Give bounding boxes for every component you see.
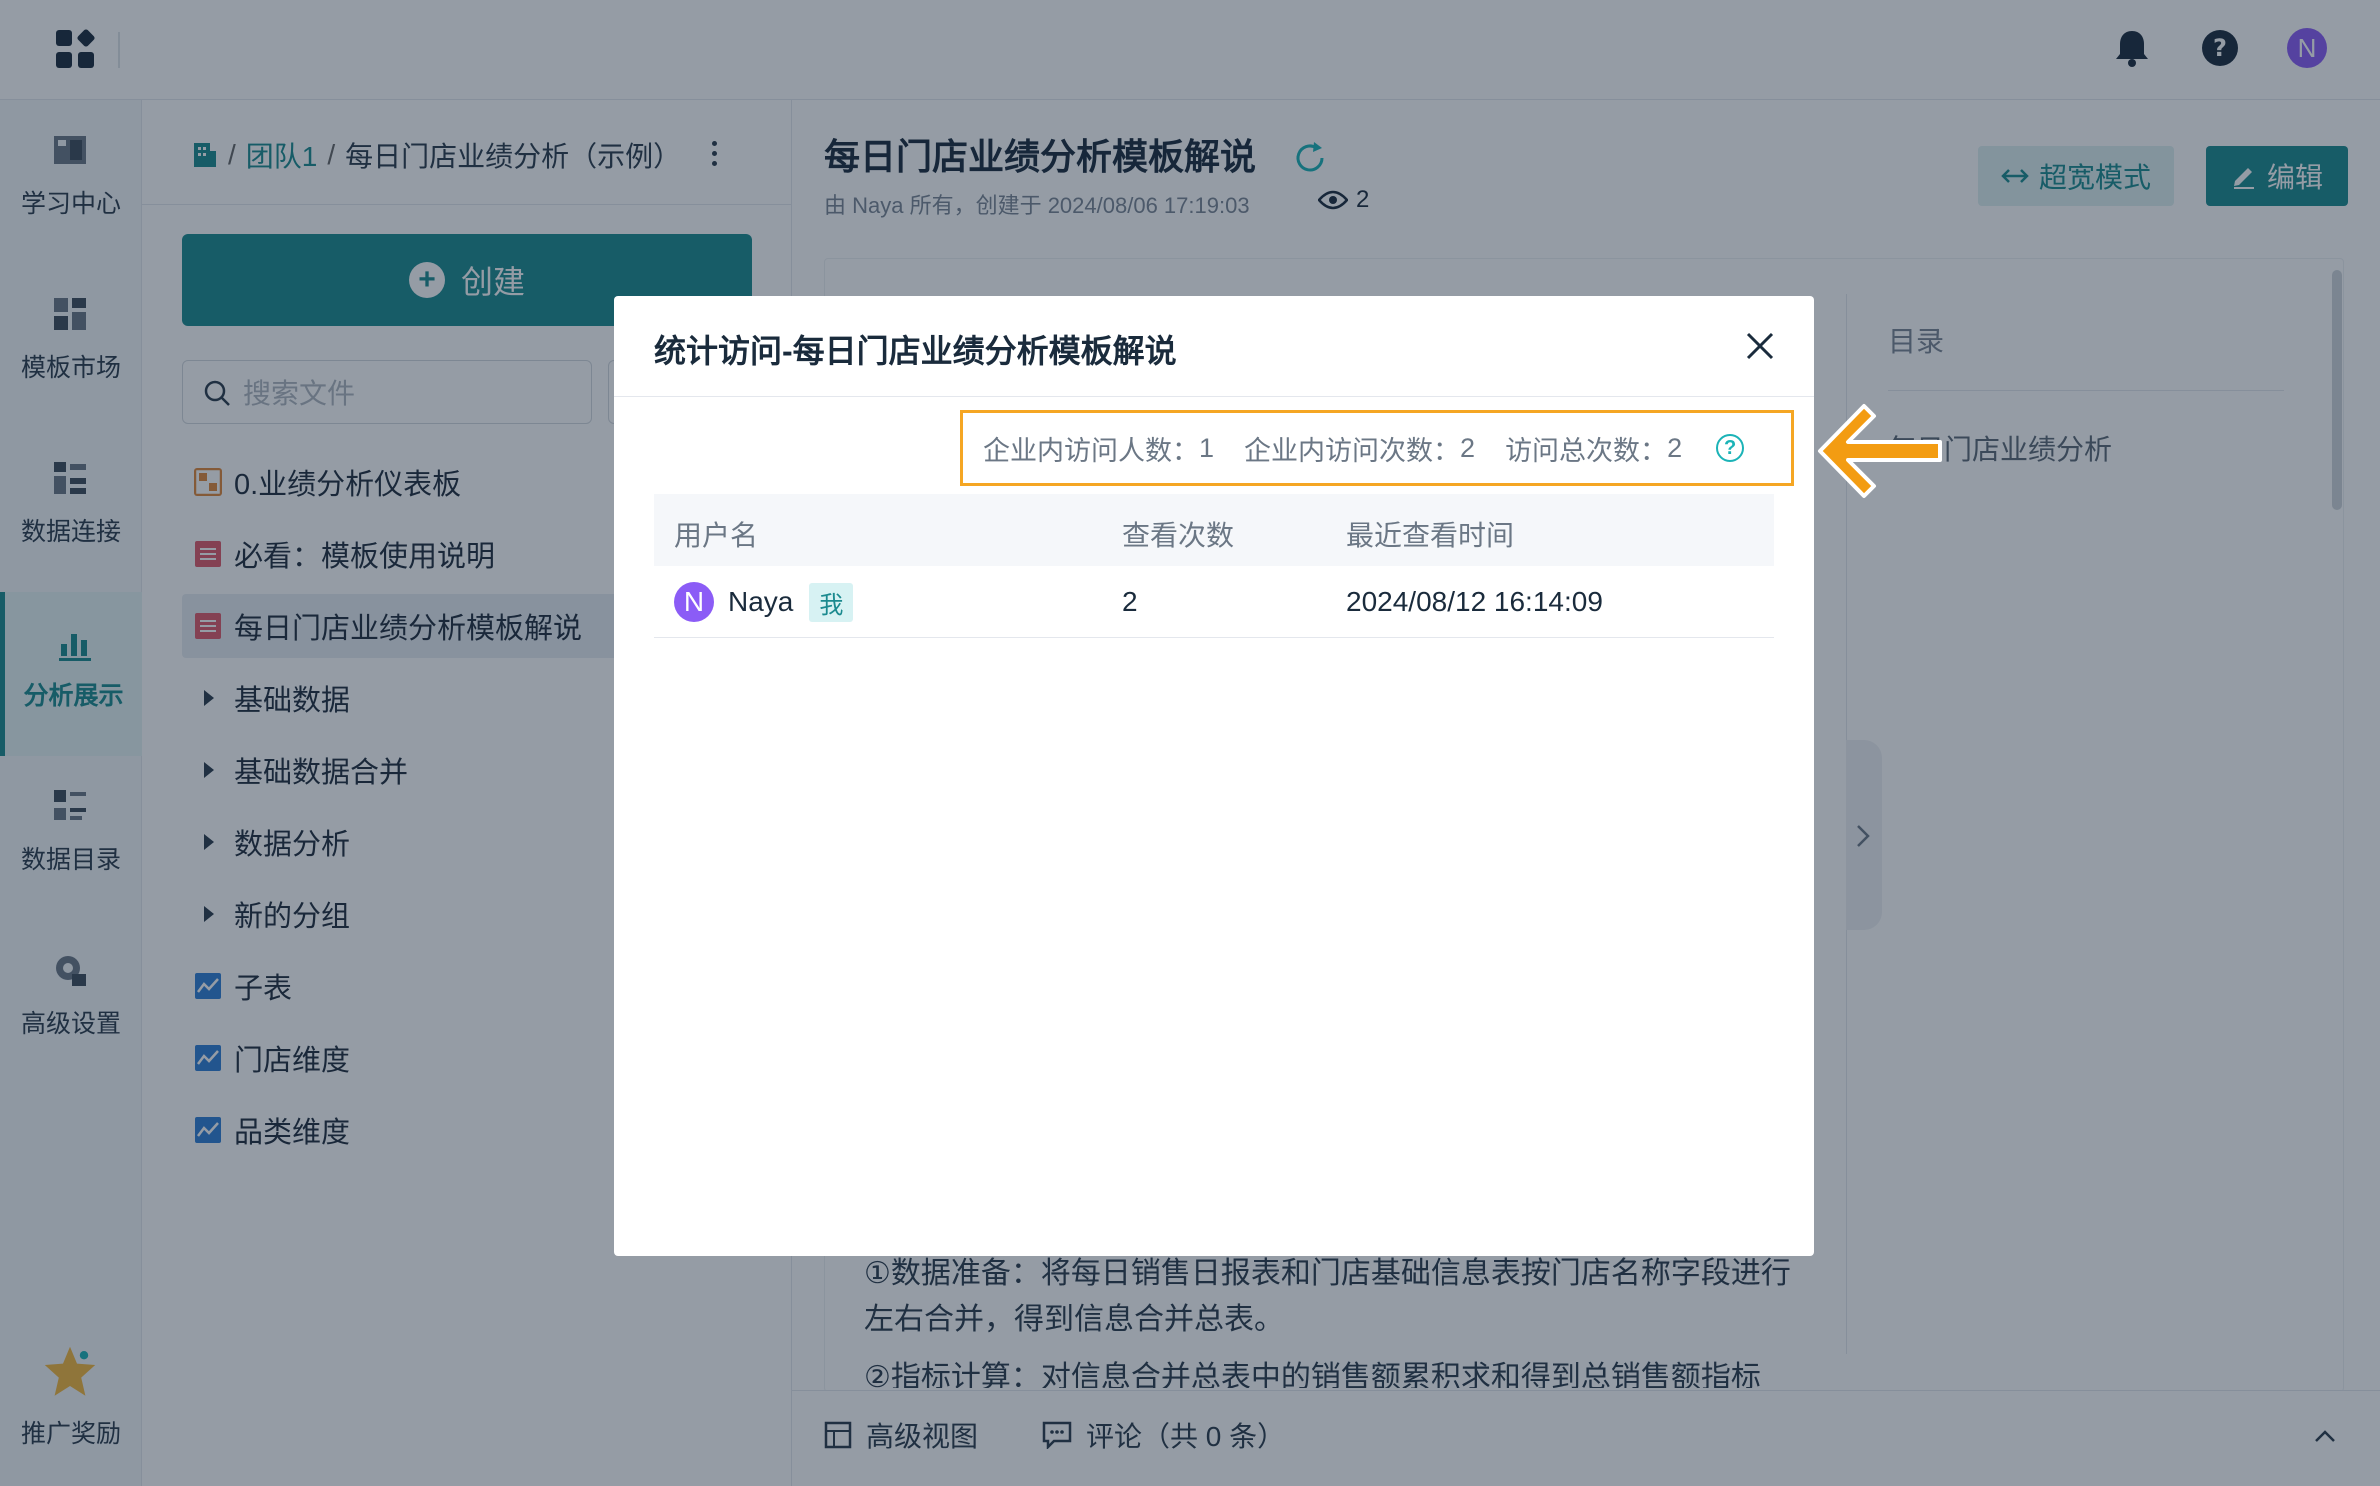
visit-stats-dialog: 统计访问-每日门店业绩分析模板解说 企业内访问人数： 1 企业内访问次数： 2 … [614, 296, 1814, 1256]
me-badge: 我 [809, 582, 854, 622]
column-header-last-viewed: 最近查看时间 [1346, 520, 1515, 551]
total-label: 访问总次数： [1505, 435, 1668, 466]
visitors-label: 企业内访问人数： [983, 435, 1199, 466]
dialog-title: 统计访问-每日门店业绩分析模板解说 [654, 333, 1177, 369]
dialog-divider [614, 396, 1814, 397]
column-header-view-count: 查看次数 [1122, 520, 1235, 551]
question-help-icon[interactable]: ? [1716, 434, 1745, 462]
table-row: N Naya 我 2 2024/08/12 16:14:09 [654, 566, 1774, 638]
visit-stats-summary: 企业内访问人数： 1 企业内访问次数： 2 访问总次数： 2 ? [960, 410, 1794, 486]
total-value: 2 [1667, 432, 1683, 463]
annotation-arrow-icon [1818, 404, 1942, 498]
avatar: N [674, 582, 714, 622]
last-viewed-cell: 2024/08/12 16:14:09 [1346, 586, 1603, 617]
username: Naya [728, 586, 794, 617]
column-header-username: 用户名 [674, 520, 759, 551]
view-count-cell: 2 [1122, 586, 1138, 617]
close-icon[interactable] [1742, 328, 1778, 364]
visits-value: 2 [1460, 432, 1476, 463]
table-header: 用户名 查看次数 最近查看时间 [654, 494, 1774, 566]
visits-label: 企业内访问次数： [1244, 435, 1461, 466]
visitors-value: 1 [1199, 432, 1215, 463]
user-cell: N Naya 我 [674, 582, 854, 622]
